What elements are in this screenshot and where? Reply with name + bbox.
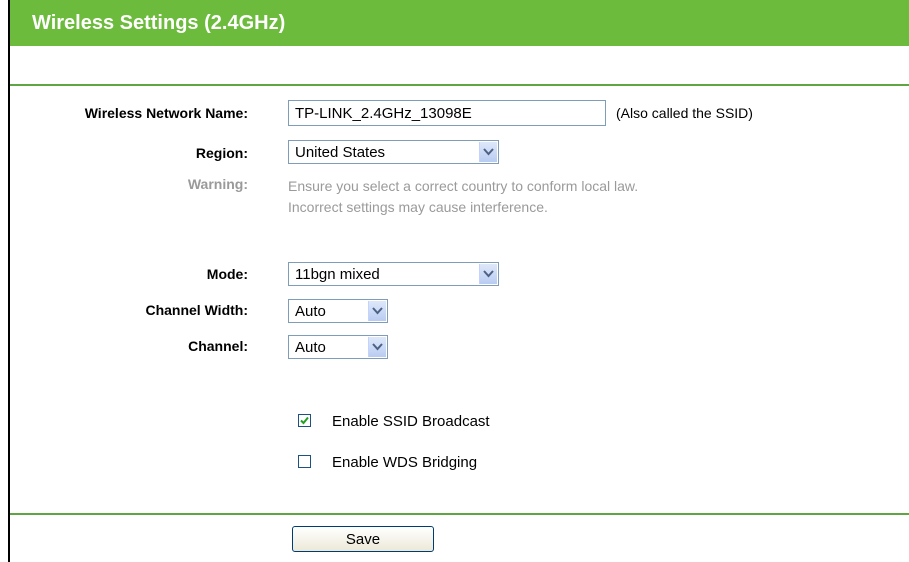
region-label: Region:: [195, 145, 248, 161]
warning-label: Warning:: [187, 176, 248, 192]
top-divider: [10, 84, 909, 86]
page-title: Wireless Settings (2.4GHz): [32, 12, 286, 34]
channel-value: Auto: [295, 339, 326, 356]
warning-line-2: Incorrect settings may cause interferenc…: [288, 199, 548, 215]
ssid-input[interactable]: [288, 100, 606, 126]
ssid-broadcast-checkbox[interactable]: [298, 414, 311, 427]
title-bar: Wireless Settings (2.4GHz): [10, 0, 909, 46]
chevron-down-icon[interactable]: [368, 337, 386, 357]
ssid-hint: (Also called the SSID): [616, 105, 753, 121]
mode-select[interactable]: 11bgn mixed: [288, 262, 499, 286]
save-button[interactable]: Save: [292, 526, 434, 552]
warning-text: Ensure you select a correct country to c…: [288, 176, 638, 218]
channel-width-select[interactable]: Auto: [288, 299, 388, 323]
wds-bridging-checkbox[interactable]: [298, 455, 311, 468]
mode-label: Mode:: [206, 266, 248, 282]
settings-panel: Wireless Settings (2.4GHz) Wireless Netw…: [8, 0, 909, 562]
channel-select[interactable]: Auto: [288, 335, 388, 359]
channel-width-value: Auto: [295, 303, 326, 320]
warning-line-1: Ensure you select a correct country to c…: [288, 178, 639, 194]
channel-width-label: Channel Width:: [145, 302, 248, 318]
region-select[interactable]: United States: [288, 140, 499, 164]
channel-label: Channel:: [188, 338, 248, 354]
ssid-broadcast-label: Enable SSID Broadcast: [332, 413, 490, 430]
ssid-label: Wireless Network Name:: [84, 105, 248, 121]
region-value: United States: [295, 144, 386, 161]
chevron-down-icon[interactable]: [479, 142, 497, 162]
chevron-down-icon[interactable]: [368, 301, 386, 321]
wds-bridging-label: Enable WDS Bridging: [332, 454, 478, 471]
mode-value: 11bgn mixed: [295, 266, 380, 283]
bottom-divider: [10, 513, 909, 515]
chevron-down-icon[interactable]: [479, 264, 497, 284]
